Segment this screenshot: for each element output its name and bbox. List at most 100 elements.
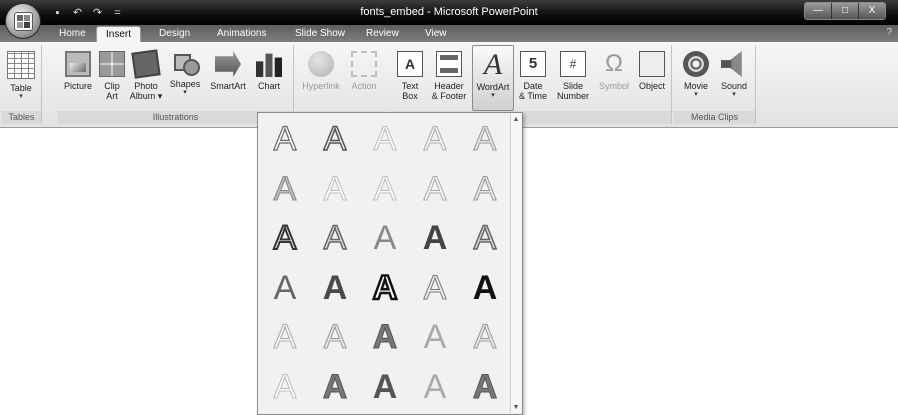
sound-button[interactable]: Sound ▾ (716, 45, 752, 111)
wordart-button[interactable]: A WordArt ▾ (472, 45, 514, 111)
chevron-down-icon: ▾ (183, 89, 187, 96)
smartart-button[interactable]: SmartArt (206, 45, 250, 111)
scroll-down-icon[interactable]: ▼ (511, 404, 521, 411)
close-button[interactable]: X (859, 3, 885, 19)
chart-label: Chart (257, 81, 280, 91)
header-footer-button[interactable]: Header & Footer (428, 45, 470, 111)
calendar-icon: 5 (520, 51, 546, 77)
date-time-label: Date & Time (518, 81, 547, 101)
wordart-style-option[interactable]: A (311, 314, 359, 361)
table-label: Table (10, 83, 32, 93)
wordart-style-option[interactable]: A (361, 166, 409, 213)
window-title: fonts_embed - Microsoft PowerPoint (360, 6, 538, 18)
chevron-down-icon: ▾ (694, 91, 698, 98)
speaker-icon (721, 51, 742, 77)
table-icon (7, 51, 35, 79)
minimize-button[interactable]: — (805, 3, 832, 19)
help-icon[interactable]: ? (886, 27, 892, 38)
wordart-style-option[interactable]: A (461, 215, 509, 262)
wordart-style-option[interactable]: A (361, 116, 409, 163)
window-controls: — □ X (804, 2, 886, 20)
wordart-style-option[interactable]: A (311, 116, 359, 163)
action-icon (351, 51, 377, 77)
wordart-style-option[interactable]: A (461, 314, 509, 361)
tab-design[interactable]: Design (150, 26, 199, 42)
tab-slide-show[interactable]: Slide Show (286, 26, 354, 42)
wordart-style-option[interactable]: A (411, 265, 459, 312)
wordart-style-option[interactable]: A (461, 364, 509, 411)
chart-button[interactable]: Chart (252, 45, 286, 111)
maximize-button[interactable]: □ (832, 3, 859, 19)
group-label-media-clips: Media Clips (674, 111, 755, 124)
sound-label: Sound (720, 81, 748, 91)
picture-button[interactable]: Picture (60, 45, 96, 111)
wordart-style-option[interactable]: A (411, 116, 459, 163)
wordart-style-option[interactable]: A (261, 166, 309, 213)
table-button[interactable]: Table ▾ (4, 45, 38, 111)
wordart-style-option[interactable]: A (361, 364, 409, 411)
wordart-style-option[interactable]: A (461, 265, 509, 312)
smartart-label: SmartArt (210, 81, 246, 91)
wordart-row: AAAAA (260, 165, 510, 215)
chevron-down-icon: ▾ (19, 93, 23, 100)
shapes-icon (173, 51, 200, 76)
wordart-style-option[interactable]: A (461, 166, 509, 213)
wordart-style-grid: AAAAAAAAAAAAAAAAAAAAAAAAAAAAAA (260, 115, 510, 412)
wordart-style-option[interactable]: A (311, 364, 359, 411)
hyperlink-button[interactable]: Hyperlink (298, 45, 344, 111)
omega-icon: Ω (605, 50, 623, 77)
wordart-style-option[interactable]: A (261, 314, 309, 361)
tab-animations[interactable]: Animations (208, 26, 275, 42)
wordart-style-option[interactable]: A (411, 215, 459, 262)
wordart-style-option[interactable]: A (461, 116, 509, 163)
wordart-gallery: AAAAAAAAAAAAAAAAAAAAAAAAAAAAAA ▲ ▼ (257, 112, 523, 415)
wordart-style-option[interactable]: A (261, 265, 309, 312)
header-footer-icon (436, 51, 462, 77)
action-button[interactable]: Action (346, 45, 382, 111)
wordart-row: AAAAA (260, 264, 510, 314)
object-icon (639, 51, 665, 77)
gallery-scrollbar[interactable]: ▲ ▼ (510, 114, 521, 413)
tab-review[interactable]: Review (357, 26, 408, 42)
tab-view[interactable]: View (416, 26, 456, 42)
object-label: Object (638, 81, 665, 91)
wordart-style-option[interactable]: A (261, 364, 309, 411)
wordart-style-option[interactable]: A (261, 215, 309, 262)
text-box-icon: A (397, 51, 423, 77)
wordart-style-option[interactable]: A (411, 314, 459, 361)
wordart-icon: A (483, 48, 503, 81)
object-button[interactable]: Object (634, 45, 670, 111)
movie-label: Movie (683, 81, 708, 91)
clip-art-button[interactable]: Clip Art (98, 45, 126, 111)
shapes-button[interactable]: Shapes ▾ (166, 45, 204, 111)
wordart-row: AAAAA (260, 313, 510, 363)
wordart-style-option[interactable]: A (411, 166, 459, 213)
wordart-row: AAAAA (260, 214, 510, 264)
text-box-label: Text Box (401, 81, 419, 101)
tab-insert[interactable]: Insert (96, 26, 142, 42)
movie-button[interactable]: Movie ▾ (678, 45, 714, 111)
wordart-style-option[interactable]: A (361, 314, 409, 361)
tab-home[interactable]: Home (50, 26, 95, 42)
slide-number-icon: # (560, 51, 586, 77)
wordart-row: AAAAA (260, 363, 510, 413)
scroll-up-icon[interactable]: ▲ (511, 116, 521, 123)
office-button[interactable] (5, 3, 41, 39)
wordart-style-option[interactable]: A (311, 265, 359, 312)
chart-icon (256, 53, 282, 77)
wordart-style-option[interactable]: A (361, 215, 409, 262)
text-box-button[interactable]: A Text Box (394, 45, 426, 111)
date-time-button[interactable]: 5 Date & Time (516, 45, 550, 111)
slide-number-button[interactable]: # Slide Number (552, 45, 594, 111)
wordart-style-option[interactable]: A (361, 265, 409, 312)
photo-album-button[interactable]: Photo Album ▾ (128, 45, 164, 111)
symbol-button[interactable]: Ω Symbol (596, 45, 632, 111)
wordart-style-option[interactable]: A (411, 364, 459, 411)
film-reel-icon (683, 51, 709, 77)
wordart-style-option[interactable]: A (311, 166, 359, 213)
wordart-style-option[interactable]: A (261, 116, 309, 163)
photo-album-label: Photo Album ▾ (129, 81, 163, 101)
picture-icon (65, 51, 91, 77)
wordart-style-option[interactable]: A (311, 215, 359, 262)
group-media-clips: Movie ▾ Sound ▾ Media Clips (674, 45, 756, 124)
